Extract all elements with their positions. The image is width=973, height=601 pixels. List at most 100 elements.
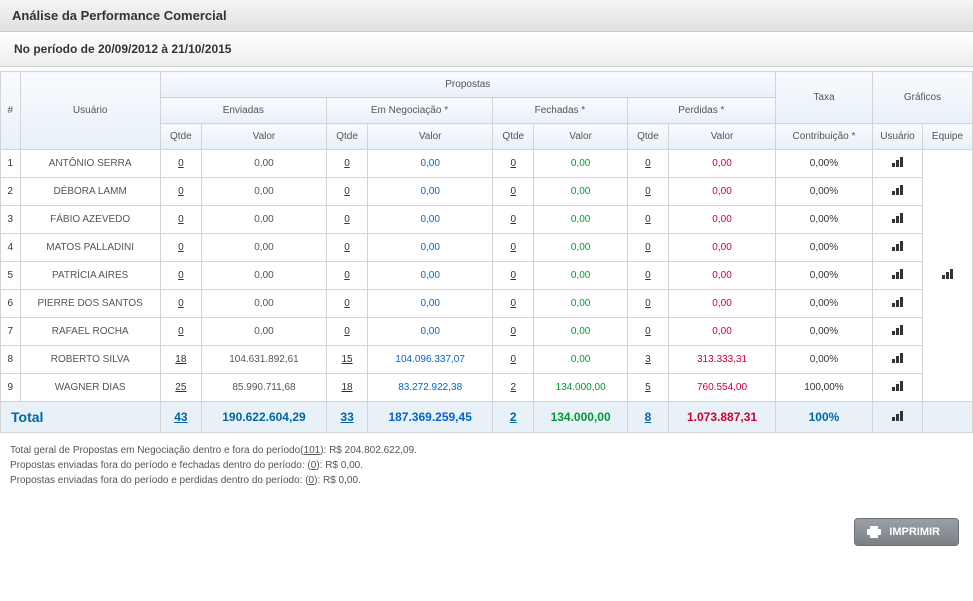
row-chart-user[interactable] — [873, 262, 923, 290]
row-per-q[interactable]: 0 — [627, 206, 668, 234]
row-fec-q[interactable]: 0 — [493, 178, 534, 206]
row-env-v: 104.631.892,61 — [202, 346, 327, 374]
row-idx: 9 — [1, 374, 21, 402]
table-row: 6PIERRE DOS SANTOS00,0000,0000,0000,000,… — [1, 290, 973, 318]
col-fec-valor: Valor — [534, 124, 627, 150]
row-per-q[interactable]: 0 — [627, 150, 668, 178]
row-user: MATOS PALLADINI — [20, 234, 160, 262]
row-fec-v: 0,00 — [534, 234, 627, 262]
row-neg-v: 83.272.922,38 — [368, 374, 493, 402]
row-env-q[interactable]: 0 — [160, 178, 201, 206]
row-env-v: 0,00 — [202, 150, 327, 178]
row-per-q[interactable]: 5 — [627, 374, 668, 402]
row-chart-user[interactable] — [873, 150, 923, 178]
row-env-v: 0,00 — [202, 262, 327, 290]
row-neg-q[interactable]: 0 — [326, 206, 367, 234]
row-user: ANTÔNIO SERRA — [20, 150, 160, 178]
row-fec-v: 0,00 — [534, 178, 627, 206]
table-row: 9WAGNER DIAS2585.990.711,681883.272.922,… — [1, 374, 973, 402]
row-fec-v: 134.000,00 — [534, 374, 627, 402]
row-per-q[interactable]: 0 — [627, 234, 668, 262]
row-fec-q[interactable]: 0 — [493, 346, 534, 374]
row-env-q[interactable]: 0 — [160, 206, 201, 234]
row-chart-equipe[interactable] — [923, 150, 973, 402]
row-fec-q[interactable]: 2 — [493, 374, 534, 402]
col-graf-usuario: Usuário — [873, 124, 923, 150]
imprimir-label: IMPRIMIR — [889, 526, 940, 538]
total-fec-q[interactable]: 2 — [493, 402, 534, 433]
row-per-q[interactable]: 0 — [627, 290, 668, 318]
row-chart-user[interactable] — [873, 178, 923, 206]
row-user: ROBERTO SILVA — [20, 346, 160, 374]
row-chart-user[interactable] — [873, 374, 923, 402]
row-neg-q[interactable]: 0 — [326, 150, 367, 178]
row-fec-q[interactable]: 0 — [493, 234, 534, 262]
imprimir-button[interactable]: IMPRIMIR — [854, 518, 959, 546]
row-taxa: 0,00% — [775, 262, 872, 290]
total-env-q[interactable]: 43 — [160, 402, 201, 433]
row-neg-q[interactable]: 0 — [326, 178, 367, 206]
row-neg-q[interactable]: 0 — [326, 262, 367, 290]
row-idx: 4 — [1, 234, 21, 262]
bar-chart-icon — [892, 241, 903, 251]
total-neg-q[interactable]: 33 — [326, 402, 367, 433]
col-per-valor: Valor — [669, 124, 776, 150]
row-fec-q[interactable]: 0 — [493, 150, 534, 178]
col-usuario: Usuário — [20, 72, 160, 150]
row-neg-q[interactable]: 15 — [326, 346, 367, 374]
row-fec-q[interactable]: 0 — [493, 206, 534, 234]
row-env-q[interactable]: 0 — [160, 234, 201, 262]
row-env-q[interactable]: 0 — [160, 290, 201, 318]
row-taxa: 0,00% — [775, 234, 872, 262]
row-env-v: 0,00 — [202, 290, 327, 318]
row-chart-user[interactable] — [873, 206, 923, 234]
row-chart-user[interactable] — [873, 290, 923, 318]
row-chart-user[interactable] — [873, 318, 923, 346]
col-taxa: Taxa — [775, 72, 872, 124]
row-chart-user[interactable] — [873, 234, 923, 262]
total-neg-v: 187.369.259,45 — [368, 402, 493, 433]
row-env-q[interactable]: 25 — [160, 374, 201, 402]
row-user: FÁBIO AZEVEDO — [20, 206, 160, 234]
total-chart-user[interactable] — [873, 402, 923, 433]
row-fec-q[interactable]: 0 — [493, 290, 534, 318]
row-per-q[interactable]: 0 — [627, 262, 668, 290]
row-per-q[interactable]: 3 — [627, 346, 668, 374]
bar-chart-icon — [892, 213, 903, 223]
table-row: 8ROBERTO SILVA18104.631.892,6115104.096.… — [1, 346, 973, 374]
row-idx: 7 — [1, 318, 21, 346]
col-neg-valor: Valor — [368, 124, 493, 150]
col-idx: # — [1, 72, 21, 150]
col-env-valor: Valor — [202, 124, 327, 150]
col-fechadas: Fechadas * — [493, 98, 628, 124]
row-neg-q[interactable]: 18 — [326, 374, 367, 402]
row-env-q[interactable]: 0 — [160, 318, 201, 346]
total-taxa: 100% — [775, 402, 872, 433]
row-idx: 6 — [1, 290, 21, 318]
row-fec-q[interactable]: 0 — [493, 262, 534, 290]
row-per-v: 0,00 — [669, 262, 776, 290]
row-neg-v: 0,00 — [368, 234, 493, 262]
row-per-q[interactable]: 0 — [627, 178, 668, 206]
row-neg-q[interactable]: 0 — [326, 234, 367, 262]
total-per-q[interactable]: 8 — [627, 402, 668, 433]
bar-chart-icon — [942, 269, 953, 279]
row-env-q[interactable]: 18 — [160, 346, 201, 374]
bar-chart-icon — [892, 353, 903, 363]
note-link-1[interactable]: 101 — [304, 445, 321, 456]
row-neg-q[interactable]: 0 — [326, 318, 367, 346]
row-env-v: 0,00 — [202, 234, 327, 262]
col-graf-equipe: Equipe — [923, 124, 973, 150]
row-neg-q[interactable]: 0 — [326, 290, 367, 318]
row-per-q[interactable]: 0 — [627, 318, 668, 346]
row-env-q[interactable]: 0 — [160, 262, 201, 290]
row-env-q[interactable]: 0 — [160, 150, 201, 178]
col-negociacao: Em Negociação * — [326, 98, 492, 124]
row-per-v: 0,00 — [669, 234, 776, 262]
row-user: PIERRE DOS SANTOS — [20, 290, 160, 318]
row-chart-user[interactable] — [873, 346, 923, 374]
table-row: 3FÁBIO AZEVEDO00,0000,0000,0000,000,00% — [1, 206, 973, 234]
row-fec-q[interactable]: 0 — [493, 318, 534, 346]
footer-notes: Total geral de Propostas em Negociação d… — [0, 433, 973, 498]
bar-chart-icon — [892, 325, 903, 335]
